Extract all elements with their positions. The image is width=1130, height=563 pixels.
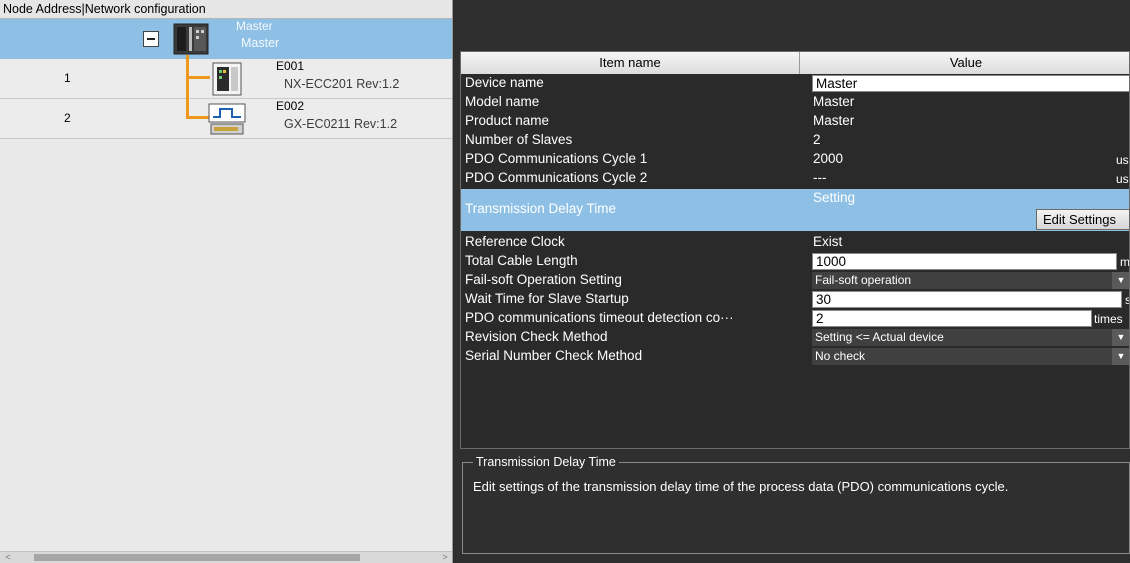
table-row[interactable]: PDO Communications Cycle 1 2000 us bbox=[461, 150, 1129, 169]
node-name: E002 bbox=[276, 99, 305, 113]
select-value: No check bbox=[815, 349, 866, 363]
network-configuration-pane: Node Address|Network configuration Maste… bbox=[0, 0, 453, 563]
table-row[interactable]: PDO communications timeout detection co·… bbox=[461, 309, 1129, 328]
select-value: Setting <= Actual device bbox=[815, 330, 944, 344]
table-row[interactable]: Serial Number Check Method No check ▼ bbox=[461, 347, 1129, 366]
property-value: Master bbox=[813, 94, 855, 109]
property-value: Setting bbox=[813, 190, 856, 205]
table-row[interactable]: Fail-soft Operation Setting Fail-soft op… bbox=[461, 271, 1129, 290]
node-name: Master bbox=[236, 19, 273, 33]
io-terminal-icon bbox=[208, 102, 246, 136]
property-value: Exist bbox=[813, 234, 843, 249]
property-unit: us bbox=[1116, 153, 1129, 167]
property-name: Serial Number Check Method bbox=[465, 348, 643, 363]
node-model: NX-ECC201 Rev:1.2 bbox=[284, 77, 400, 91]
serial-number-check-select[interactable]: No check ▼ bbox=[812, 348, 1129, 365]
table-row[interactable]: Model name Master bbox=[461, 93, 1129, 112]
device-name-input[interactable]: Master bbox=[812, 75, 1129, 92]
edit-settings-button[interactable]: Edit Settings bbox=[1036, 209, 1129, 230]
tree-empty-area bbox=[0, 139, 452, 551]
property-unit: times bbox=[1094, 312, 1123, 326]
revision-check-select[interactable]: Setting <= Actual device ▼ bbox=[812, 329, 1129, 346]
table-row-selected[interactable]: Transmission Delay Time Setting Edit Set… bbox=[461, 189, 1129, 231]
property-unit: us bbox=[1116, 172, 1129, 186]
property-name: PDO communications timeout detection co·… bbox=[465, 310, 734, 325]
master-unit-icon bbox=[173, 23, 209, 55]
scroll-thumb[interactable] bbox=[34, 554, 360, 561]
horizontal-scrollbar[interactable]: < > bbox=[0, 551, 452, 563]
property-table: Item name Value Device name Master Model… bbox=[460, 51, 1130, 449]
property-value: --- bbox=[813, 170, 827, 185]
property-name: Model name bbox=[465, 94, 540, 109]
property-value: 2000 bbox=[813, 151, 844, 166]
property-name: PDO Communications Cycle 1 bbox=[465, 151, 648, 166]
node-address: 1 bbox=[64, 71, 71, 85]
select-value: Fail-soft operation bbox=[815, 273, 912, 287]
property-name: Revision Check Method bbox=[465, 329, 608, 344]
property-name: Number of Slaves bbox=[465, 132, 573, 147]
table-row[interactable]: Device name Master bbox=[461, 74, 1129, 93]
scroll-left-icon[interactable]: < bbox=[2, 552, 14, 563]
property-value: 2 bbox=[813, 132, 821, 147]
property-name: Total Cable Length bbox=[465, 253, 578, 268]
fail-soft-operation-select[interactable]: Fail-soft operation ▼ bbox=[812, 272, 1129, 289]
property-name: Transmission Delay Time bbox=[465, 201, 617, 216]
property-name: Device name bbox=[465, 75, 544, 90]
table-row[interactable]: Product name Master bbox=[461, 112, 1129, 131]
coupler-unit-icon bbox=[212, 62, 242, 96]
connection-line bbox=[186, 76, 210, 79]
network-configuration-header: Node Address|Network configuration bbox=[0, 0, 452, 19]
table-row[interactable]: Reference Clock Exist bbox=[461, 233, 1129, 252]
property-value: Master bbox=[813, 113, 855, 128]
node-model: Master bbox=[241, 36, 280, 50]
tree-node-e002[interactable]: 2 E002 GX-EC0211 Rev:1.2 bbox=[0, 99, 452, 139]
column-header-value[interactable]: Value bbox=[801, 52, 1129, 74]
description-panel: Transmission Delay Time Edit settings of… bbox=[462, 455, 1130, 554]
node-name: E001 bbox=[276, 59, 305, 73]
property-unit: s bbox=[1125, 293, 1129, 307]
property-name: Wait Time for Slave Startup bbox=[465, 291, 629, 306]
description-text: Edit settings of the transmission delay … bbox=[473, 479, 1009, 494]
connection-line bbox=[186, 59, 189, 99]
column-header-item-name[interactable]: Item name bbox=[461, 52, 800, 74]
dropdown-arrow-icon[interactable]: ▼ bbox=[1112, 329, 1129, 346]
description-title: Transmission Delay Time bbox=[473, 455, 619, 469]
property-name: Product name bbox=[465, 113, 550, 128]
table-row[interactable]: Wait Time for Slave Startup 30 s bbox=[461, 290, 1129, 309]
scroll-right-icon[interactable]: > bbox=[439, 552, 451, 563]
property-unit: m bbox=[1120, 255, 1130, 269]
property-name: PDO Communications Cycle 2 bbox=[465, 170, 648, 185]
collapse-icon[interactable] bbox=[143, 31, 159, 47]
table-row[interactable]: Number of Slaves 2 bbox=[461, 131, 1129, 150]
tree-node-master[interactable]: Master Master bbox=[0, 19, 452, 59]
table-row[interactable]: PDO Communications Cycle 2 --- us bbox=[461, 169, 1129, 188]
table-row[interactable]: Revision Check Method Setting <= Actual … bbox=[461, 328, 1129, 347]
dropdown-arrow-icon[interactable]: ▼ bbox=[1112, 348, 1129, 365]
wait-time-input[interactable]: 30 bbox=[812, 291, 1122, 308]
node-address: 2 bbox=[64, 111, 71, 125]
table-header: Item name Value bbox=[461, 52, 1129, 74]
property-pane: Item name Value Device name Master Model… bbox=[454, 0, 1130, 563]
total-cable-length-input[interactable]: 1000 bbox=[812, 253, 1117, 270]
table-row[interactable]: Total Cable Length 1000 m bbox=[461, 252, 1130, 271]
property-name: Fail-soft Operation Setting bbox=[465, 272, 622, 287]
node-model: GX-EC0211 Rev:1.2 bbox=[284, 117, 398, 131]
property-name: Reference Clock bbox=[465, 234, 565, 249]
pdo-timeout-input[interactable]: 2 bbox=[812, 310, 1092, 327]
dropdown-arrow-icon[interactable]: ▼ bbox=[1112, 272, 1129, 289]
connection-line bbox=[186, 116, 210, 119]
tree-node-e001[interactable]: 1 E001 NX-ECC201 Rev:1.2 bbox=[0, 59, 452, 99]
